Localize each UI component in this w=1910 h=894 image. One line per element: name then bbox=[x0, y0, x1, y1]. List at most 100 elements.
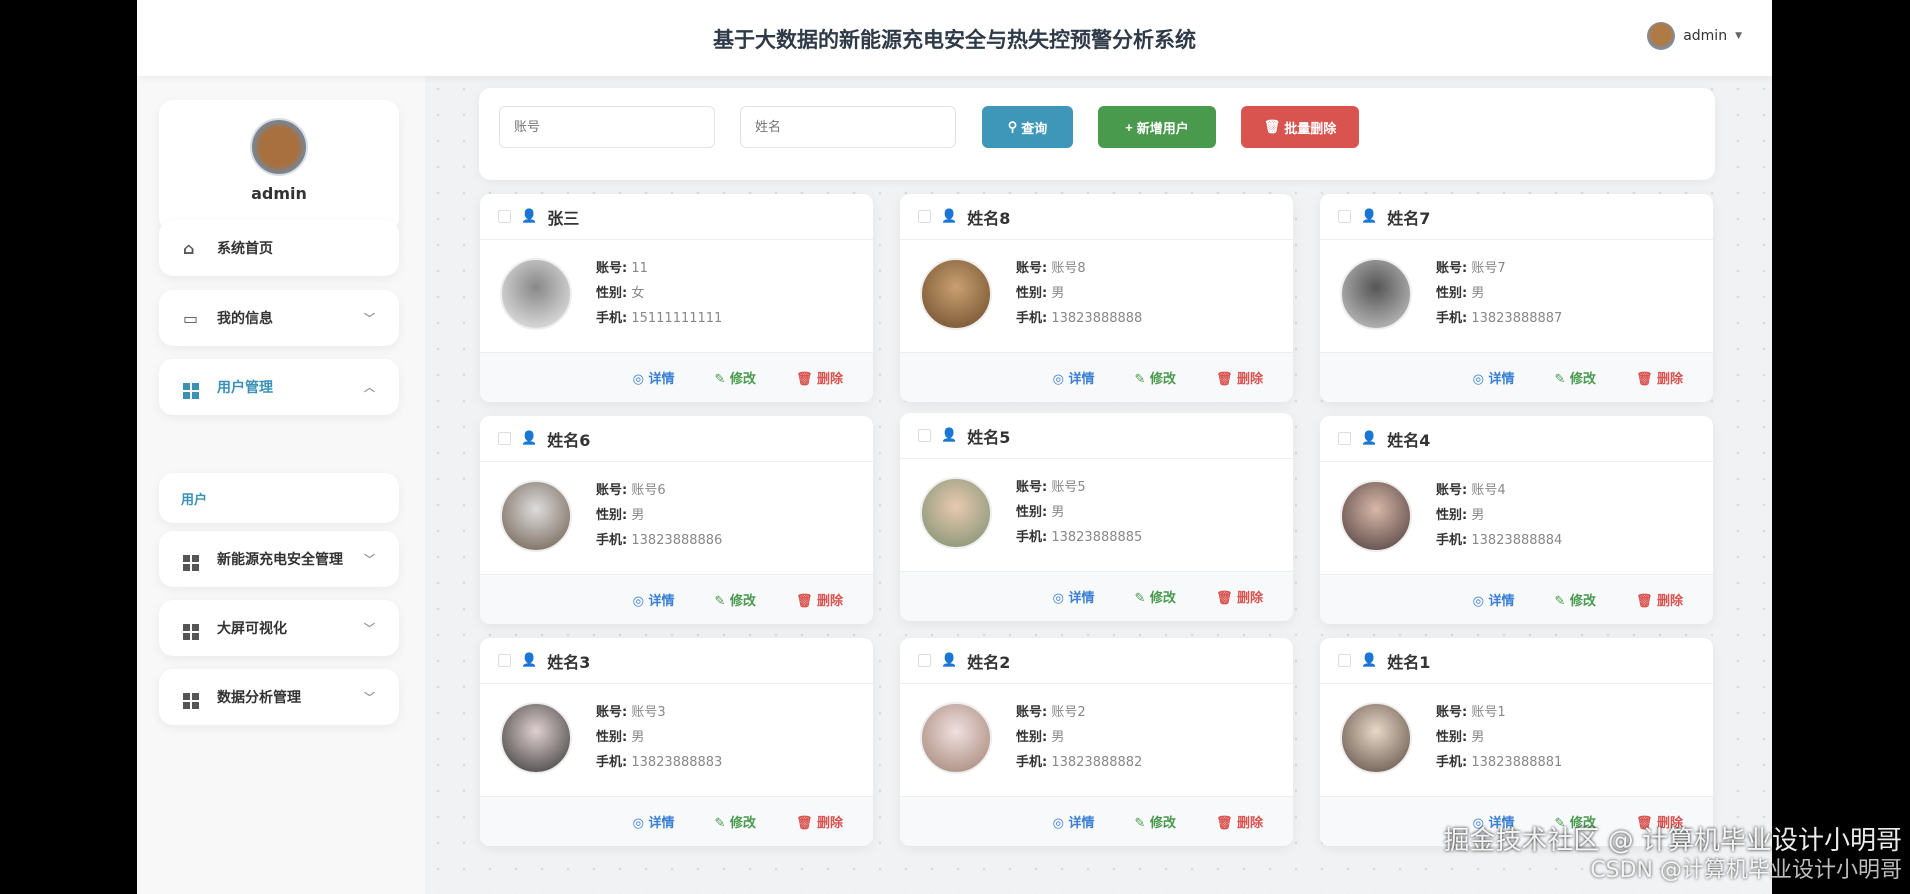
delete-button[interactable]: 🗑 删除 bbox=[1636, 368, 1683, 387]
account-input[interactable] bbox=[499, 106, 715, 148]
user-menu[interactable]: admin ▼ bbox=[1647, 22, 1742, 50]
detail-button[interactable]: ◎ 详情 bbox=[633, 368, 675, 387]
user-info: 账号: 账号4 性别: 男 手机: 13823888884 bbox=[1436, 478, 1562, 553]
detail-button[interactable]: ◎ 详情 bbox=[633, 812, 675, 831]
avatar bbox=[1340, 480, 1412, 552]
add-user-button[interactable]: + 新增用户 bbox=[1098, 106, 1216, 148]
user-icon: 👤 bbox=[521, 209, 538, 224]
phone-value: 13823888881 bbox=[1471, 755, 1563, 770]
field-label: 账号: bbox=[596, 705, 628, 720]
delete-button[interactable]: 🗑 删除 bbox=[1636, 590, 1683, 609]
detail-button[interactable]: ◎ 详情 bbox=[1473, 590, 1515, 609]
field-label: 账号: bbox=[1436, 261, 1468, 276]
home-icon: ⌂ bbox=[183, 238, 195, 258]
edit-button[interactable]: ✎ 修改 bbox=[1134, 587, 1175, 606]
detail-button[interactable]: ◎ 详情 bbox=[1473, 368, 1515, 387]
trash-icon: 🗑 bbox=[1635, 372, 1653, 387]
select-checkbox[interactable] bbox=[498, 432, 511, 445]
avatar bbox=[500, 258, 572, 330]
sidebar-item-home[interactable]: ⌂ 系统首页 bbox=[159, 220, 399, 276]
edit-button[interactable]: ✎ 修改 bbox=[714, 590, 755, 609]
sidebar-item-my-info[interactable]: ▭ 我的信息 ﹀ bbox=[159, 290, 399, 346]
user-card: 👤 姓名6 账号: 账号6 性别: 男 手机: 13823888886 ◎ 详情 … bbox=[480, 416, 873, 624]
user-card: 👤 姓名2 账号: 账号2 性别: 男 手机: 13823888882 ◎ 详情 … bbox=[900, 638, 1293, 846]
account-value: 账号8 bbox=[1051, 261, 1086, 276]
field-label: 账号: bbox=[596, 261, 628, 276]
eye-icon: ◎ bbox=[1472, 372, 1484, 387]
delete-button[interactable]: 🗑 删除 bbox=[796, 590, 843, 609]
delete-button[interactable]: 🗑 删除 bbox=[796, 368, 843, 387]
sidebar-item-big-screen[interactable]: 大屏可视化 ﹀ bbox=[159, 600, 399, 656]
select-checkbox[interactable] bbox=[498, 210, 511, 223]
phone-value: 15111111111 bbox=[631, 311, 723, 326]
delete-button[interactable]: 🗑 删除 bbox=[1216, 368, 1263, 387]
menu-label: 系统首页 bbox=[217, 241, 273, 257]
button-label: 修改 bbox=[729, 372, 756, 387]
button-label: 删除 bbox=[816, 816, 843, 831]
sidebar-subitem-user[interactable]: 用户 bbox=[159, 473, 399, 523]
select-checkbox[interactable] bbox=[498, 654, 511, 667]
eye-icon: ◎ bbox=[632, 372, 644, 387]
card-body: 账号: 账号6 性别: 男 手机: 13823888886 bbox=[480, 462, 873, 574]
eye-icon: ◎ bbox=[1052, 816, 1064, 831]
user-icon: 👤 bbox=[941, 428, 958, 443]
user-card: 👤 姓名7 账号: 账号7 性别: 男 手机: 13823888887 ◎ 详情 … bbox=[1320, 194, 1713, 402]
gender-value: 男 bbox=[1051, 730, 1065, 745]
delete-button[interactable]: 🗑 删除 bbox=[1216, 812, 1263, 831]
edit-button[interactable]: ✎ 修改 bbox=[714, 812, 755, 831]
button-label: 删除 bbox=[816, 372, 843, 387]
edit-button[interactable]: ✎ 修改 bbox=[1134, 812, 1175, 831]
watermark-line: CSDN @计算机毕业设计小明哥 bbox=[1590, 858, 1902, 883]
user-icon: 👤 bbox=[941, 209, 958, 224]
batch-delete-button[interactable]: 🗑 批量删除 bbox=[1241, 106, 1359, 148]
username: admin bbox=[1683, 28, 1728, 44]
delete-button[interactable]: 🗑 删除 bbox=[796, 812, 843, 831]
button-label: 删除 bbox=[816, 594, 843, 609]
user-info: 账号: 账号5 性别: 男 手机: 13823888885 bbox=[1016, 475, 1142, 550]
field-label: 手机: bbox=[596, 311, 628, 326]
menu-label: 我的信息 bbox=[217, 311, 273, 327]
edit-button[interactable]: ✎ 修改 bbox=[1554, 368, 1595, 387]
button-label: 详情 bbox=[1488, 594, 1515, 609]
sidebar-item-data-analysis[interactable]: 数据分析管理 ﹀ bbox=[159, 669, 399, 725]
name-input[interactable] bbox=[740, 106, 956, 148]
query-button[interactable]: ⚲ 查询 bbox=[982, 106, 1073, 148]
sidebar-item-user-management[interactable]: 用户管理 ︿ bbox=[159, 359, 399, 415]
user-card: 👤 姓名1 账号: 账号1 性别: 男 手机: 13823888881 ◎ 详情 … bbox=[1320, 638, 1713, 846]
edit-button[interactable]: ✎ 修改 bbox=[1134, 368, 1175, 387]
avatar bbox=[920, 702, 992, 774]
gender-value: 男 bbox=[1051, 286, 1065, 301]
card-body: 账号: 账号2 性别: 男 手机: 13823888882 bbox=[900, 684, 1293, 796]
select-checkbox[interactable] bbox=[1338, 654, 1351, 667]
sidebar-item-charging-safety[interactable]: 新能源充电安全管理 ﹀ bbox=[159, 531, 399, 587]
user-info: 账号: 11 性别: 女 手机: 15111111111 bbox=[596, 256, 722, 331]
pencil-icon: ✎ bbox=[1134, 816, 1146, 831]
edit-button[interactable]: ✎ 修改 bbox=[1554, 590, 1595, 609]
select-checkbox[interactable] bbox=[1338, 432, 1351, 445]
detail-button[interactable]: ◎ 详情 bbox=[1053, 368, 1095, 387]
detail-button[interactable]: ◎ 详情 bbox=[1053, 812, 1095, 831]
select-checkbox[interactable] bbox=[1338, 210, 1351, 223]
account-value: 11 bbox=[631, 261, 648, 276]
account-value: 账号1 bbox=[1471, 705, 1506, 720]
select-checkbox[interactable] bbox=[918, 210, 931, 223]
chevron-up-icon: ︿ bbox=[364, 381, 375, 394]
field-label: 账号: bbox=[1016, 261, 1048, 276]
trash-icon: 🗑 bbox=[1215, 372, 1233, 387]
card-name: 姓名7 bbox=[1387, 208, 1431, 228]
detail-button[interactable]: ◎ 详情 bbox=[1053, 587, 1095, 606]
detail-button[interactable]: ◎ 详情 bbox=[633, 590, 675, 609]
avatar bbox=[920, 258, 992, 330]
select-checkbox[interactable] bbox=[918, 654, 931, 667]
delete-button[interactable]: 🗑 删除 bbox=[1216, 587, 1263, 606]
card-header: 👤 张三 bbox=[480, 194, 873, 240]
edit-button[interactable]: ✎ 修改 bbox=[714, 368, 755, 387]
button-label: 详情 bbox=[1068, 816, 1095, 831]
select-checkbox[interactable] bbox=[918, 429, 931, 442]
gender-value: 男 bbox=[1471, 508, 1485, 523]
avatar bbox=[1340, 702, 1412, 774]
field-label: 性别: bbox=[1016, 730, 1048, 745]
user-card: 👤 姓名3 账号: 账号3 性别: 男 手机: 13823888883 ◎ 详情 … bbox=[480, 638, 873, 846]
chevron-down-icon: ﹀ bbox=[364, 553, 375, 566]
button-label: 修改 bbox=[729, 594, 756, 609]
